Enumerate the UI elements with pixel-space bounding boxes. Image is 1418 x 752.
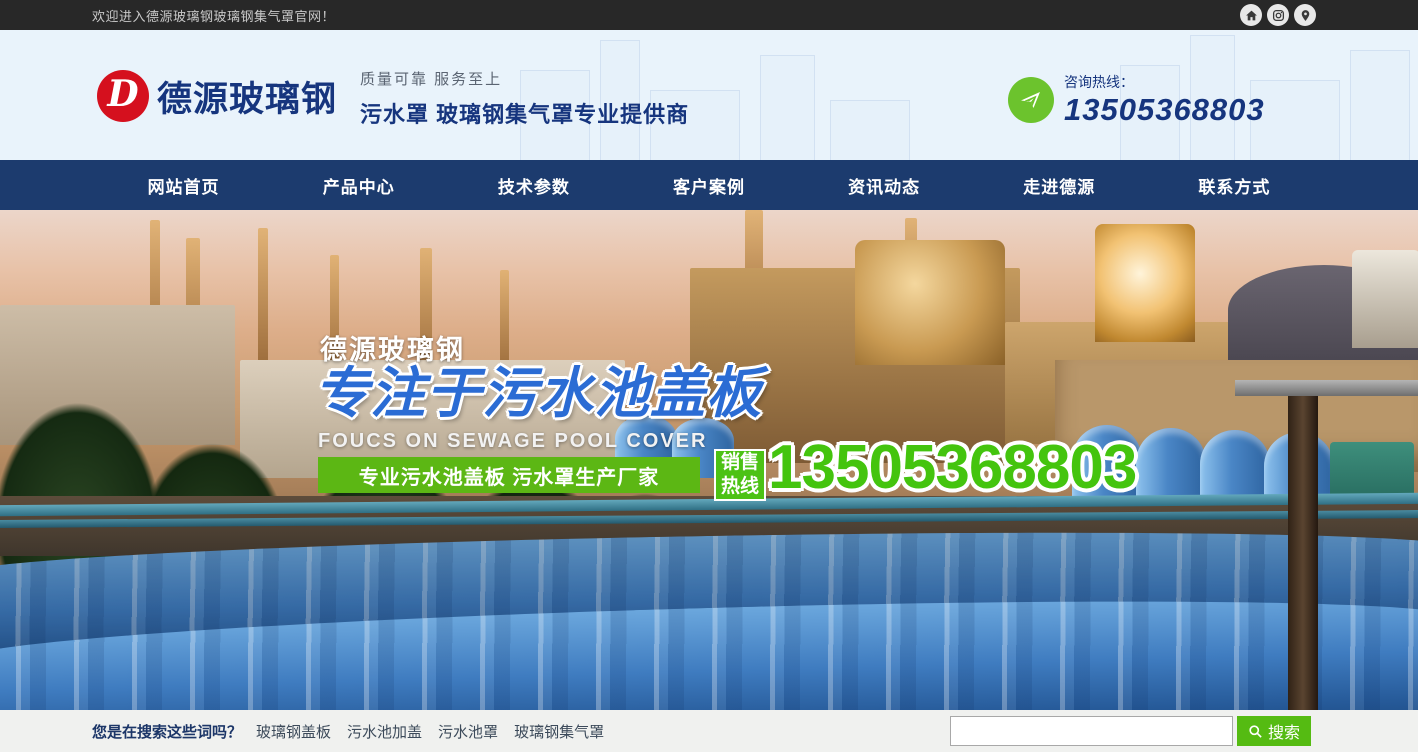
- hero-hotline-label-2: 热线: [721, 475, 759, 499]
- slogan-line1: 质量可靠 服务至上: [360, 68, 689, 89]
- topbar-social-icons: [1240, 4, 1316, 26]
- search-button[interactable]: 搜索: [1237, 716, 1311, 746]
- logo-mark: D: [97, 70, 149, 122]
- hero-headline: 专注于污水池盖板: [314, 348, 762, 428]
- hotline-number: 13505368803: [1064, 92, 1265, 128]
- paper-plane-icon: [1008, 77, 1054, 123]
- keyword-link[interactable]: 污水池加盖: [347, 721, 422, 742]
- header-hotline: 咨询热线： 13505368803: [1008, 72, 1265, 128]
- hero-tank-bright: [1095, 224, 1195, 342]
- hotline-text: 咨询热线： 13505368803: [1064, 72, 1265, 128]
- hero-hotline-label-1: 销售: [721, 451, 759, 475]
- hero-headline-main: 污水池盖板: [482, 362, 762, 424]
- hero-subheadline: FOUCS ON SEWAGE POOL COVER: [318, 430, 707, 453]
- topbar: 欢迎进入德源玻璃钢玻璃钢集气罩官网！: [0, 0, 1418, 30]
- nav-item-news[interactable]: 资讯动态: [797, 160, 972, 210]
- keyword-link[interactable]: 污水池罩: [438, 721, 498, 742]
- skyline-building: [830, 100, 910, 160]
- logo[interactable]: D 德源玻璃钢: [97, 70, 337, 122]
- hero-banner: 德源玻璃钢 专注于污水池盖板 FOUCS ON SEWAGE POOL COVE…: [0, 210, 1418, 710]
- instagram-icon[interactable]: [1267, 4, 1289, 26]
- search-input[interactable]: [950, 716, 1233, 746]
- skyline-building: [760, 55, 815, 160]
- search-button-label: 搜索: [1268, 719, 1300, 743]
- hero-tagline-badge: 专业污水池盖板 污水罩生产厂家: [318, 457, 700, 493]
- hotline-label: 咨询热线：: [1064, 72, 1265, 92]
- site-header: D 德源玻璃钢 质量可靠 服务至上 污水罩 玻璃钢集气罩专业提供商 咨询热线： …: [0, 30, 1418, 160]
- nav-item-about[interactable]: 走进德源: [972, 160, 1147, 210]
- hero-pole: [1288, 385, 1318, 710]
- magnifier-icon: [1248, 724, 1263, 739]
- header-slogans: 质量可靠 服务至上 污水罩 玻璃钢集气罩专业提供商: [360, 68, 689, 129]
- nav-item-products[interactable]: 产品中心: [271, 160, 446, 210]
- hero-tank-gold: [855, 240, 1005, 365]
- slogan-line2: 污水罩 玻璃钢集气罩专业提供商: [360, 97, 689, 129]
- hero-tank-white: [1352, 250, 1418, 348]
- location-icon[interactable]: [1294, 4, 1316, 26]
- home-icon[interactable]: [1240, 4, 1262, 26]
- hero-pipe-top: [1235, 380, 1418, 396]
- nav-item-specs[interactable]: 技术参数: [446, 160, 621, 210]
- hot-keywords: 玻璃钢盖板 污水池加盖 污水池罩 玻璃钢集气罩: [256, 721, 604, 742]
- logo-letter: D: [107, 73, 138, 115]
- skyline-building: [1350, 50, 1410, 160]
- search-area: 搜索: [950, 716, 1311, 746]
- search-prompt: 您是在搜索这些词吗？: [92, 721, 242, 742]
- nav-item-home[interactable]: 网站首页: [96, 160, 271, 210]
- keyword-link[interactable]: 玻璃钢盖板: [256, 721, 331, 742]
- keyword-link[interactable]: 玻璃钢集气罩: [514, 721, 604, 742]
- nav-item-contact[interactable]: 联系方式: [1147, 160, 1322, 210]
- welcome-text: 欢迎进入德源玻璃钢玻璃钢集气罩官网！: [92, 6, 335, 25]
- hero-headline-prefix: 专注于: [314, 362, 482, 424]
- logo-text: 德源玻璃钢: [157, 71, 337, 122]
- hero-hotline-badge: 销售 热线: [714, 449, 766, 501]
- search-strip: 您是在搜索这些词吗？ 玻璃钢盖板 污水池加盖 污水池罩 玻璃钢集气罩 搜索: [0, 710, 1418, 752]
- hero-hotline-number: 13505368803: [768, 432, 1136, 503]
- main-nav: 网站首页 产品中心 技术参数 客户案例 资讯动态 走进德源 联系方式: [0, 160, 1418, 210]
- nav-item-cases[interactable]: 客户案例: [621, 160, 796, 210]
